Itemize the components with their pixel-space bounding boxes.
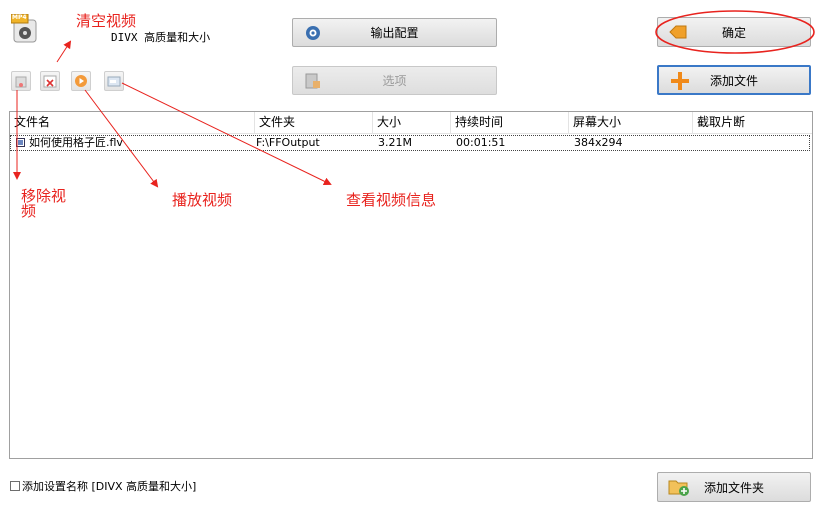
annotation-info: 查看视频信息: [346, 191, 437, 209]
cell-duration: 00:01:51: [456, 136, 506, 149]
column-header[interactable]: 大小: [373, 112, 451, 133]
column-header[interactable]: 截取片断: [693, 112, 812, 133]
cell-size: 3.21M: [378, 136, 412, 149]
output-config-label: 输出配置: [370, 26, 419, 40]
remove-icon: [15, 76, 27, 88]
column-header[interactable]: 文件名: [10, 112, 255, 133]
options-label: 选项: [382, 74, 407, 88]
play-icon: [75, 75, 87, 87]
add-file-label: 添加文件: [709, 73, 758, 88]
cell-screen: 384x294: [574, 136, 623, 149]
column-header[interactable]: 文件夹: [255, 112, 373, 133]
info-icon: [107, 76, 121, 87]
output-config-button[interactable]: 输出配置: [292, 18, 497, 47]
format-name: DIVX 高质量和大小: [111, 31, 211, 44]
add-folder-label: 添加文件夹: [703, 480, 764, 495]
play-video-button[interactable]: [71, 71, 91, 91]
annotation-clear: 清空视频: [76, 12, 137, 30]
remove-video-button[interactable]: [11, 71, 31, 91]
video-info-button[interactable]: [104, 71, 124, 91]
setting-name-label: 添加设置名称 [DIVX 高质量和大小]: [22, 480, 197, 493]
add-file-button[interactable]: 添加文件: [657, 65, 811, 95]
add-folder-button[interactable]: 添加文件夹: [657, 472, 811, 502]
annotation-remove: 移除视频: [21, 187, 67, 220]
highlight-ellipse: [655, 10, 815, 54]
file-list-header: 文件名 文件夹 大小 持续时间 屏幕大小 截取片断: [10, 112, 812, 134]
clear-icon: [43, 75, 57, 88]
file-icon: [16, 138, 25, 147]
file-list[interactable]: 文件名 文件夹 大小 持续时间 屏幕大小 截取片断 如何使用格子匠.flv F:…: [9, 111, 813, 459]
clear-videos-button[interactable]: [40, 71, 60, 91]
column-header[interactable]: 屏幕大小: [569, 112, 693, 133]
cell-folder: F:\FFOutput: [256, 136, 320, 149]
options-button[interactable]: 选项: [292, 66, 497, 95]
table-row[interactable]: 如何使用格子匠.flv F:\FFOutput 3.21M 00:01:51 3…: [10, 135, 810, 151]
annotation-play: 播放视频: [172, 191, 233, 209]
cell-file: 如何使用格子匠.flv: [29, 136, 123, 149]
column-header[interactable]: 持续时间: [451, 112, 569, 133]
format-icon: MP4: [10, 13, 39, 44]
setting-name-checkbox[interactable]: [10, 481, 20, 491]
format-badge: MP4: [12, 14, 27, 21]
